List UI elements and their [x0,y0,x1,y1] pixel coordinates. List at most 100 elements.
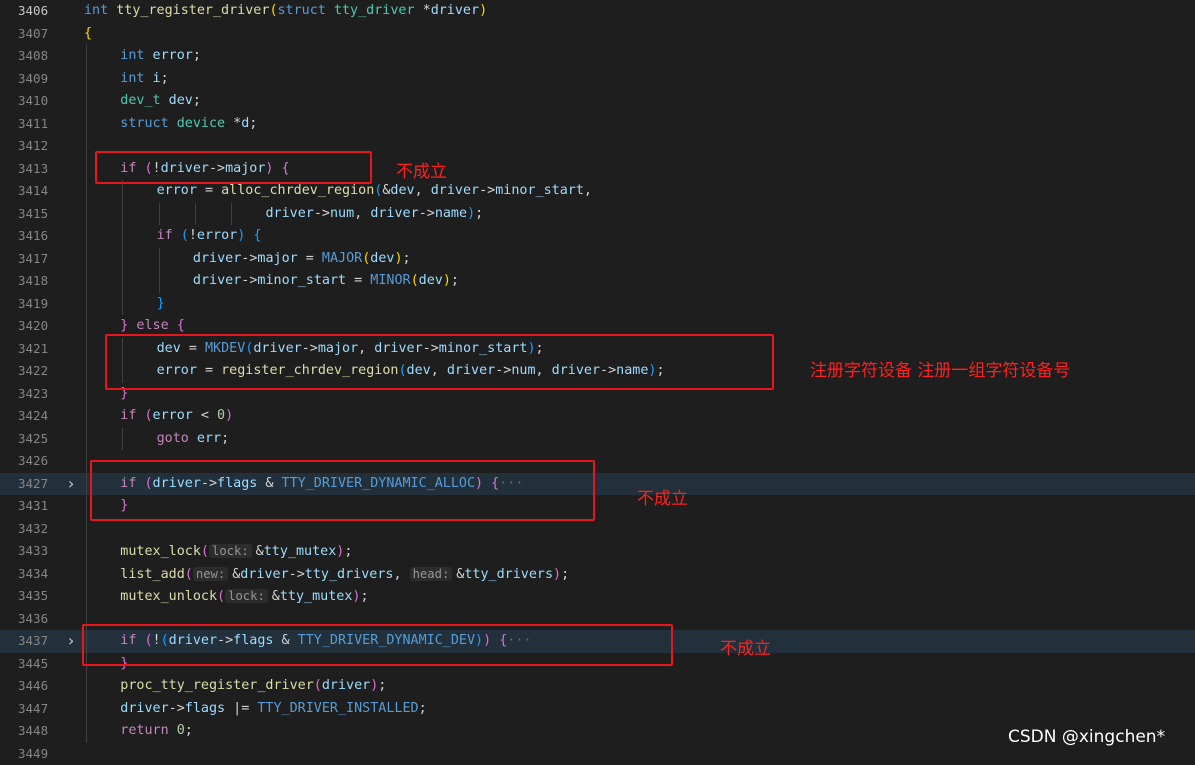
code-line[interactable]: 3410dev_t dev; [0,90,1195,113]
code-line[interactable]: 3435mutex_unlock(lock:&tty_mutex); [0,585,1195,608]
indent-guide [86,405,87,428]
inlay-hint: lock: [225,589,268,603]
indent-guide [122,203,123,226]
code-token: driver [193,273,241,288]
code-token: ) [443,273,451,288]
code-token: device [177,116,233,131]
code-token: & [272,589,280,604]
line-number: 3424 [18,405,64,428]
code-token: * [423,3,431,18]
indent-guide [86,45,87,68]
indent-guide [86,473,87,496]
line-number: 3437 [18,630,64,653]
code-token: = [354,273,370,288]
code-token: minor_start [257,273,354,288]
code-token: ! [189,228,197,243]
indent-guide [86,540,87,563]
line-number: 3409 [18,68,64,91]
code-token: int [120,71,152,86]
fold-chevron-icon[interactable]: › [64,473,78,496]
indent-guide [86,315,87,338]
line-number: 3412 [18,135,64,158]
code-token: ( [144,408,152,423]
indent-guide [86,135,87,158]
code-token: tty_driver [334,3,423,18]
code-token: goto [157,431,197,446]
indent-guide [122,293,123,316]
code-token: dev [169,93,193,108]
indent-guide [86,383,87,406]
code-token: MAJOR [322,251,362,266]
indent-guide [86,248,87,271]
code-token: ; [193,93,201,108]
annotation-box-register-region [105,334,774,390]
code-line[interactable]: 3406int tty_register_driver(struct tty_d… [0,0,1195,23]
code-token: if [157,228,181,243]
inlay-hint: lock: [209,544,252,558]
line-number: 3426 [18,450,64,473]
code-line[interactable]: 3419} [0,293,1195,316]
code-line[interactable]: 3418driver->minor_start = MINOR(dev); [0,270,1195,293]
code-text: goto err; [157,428,230,451]
code-line[interactable]: 3409int i; [0,68,1195,91]
line-number: 3449 [18,743,64,765]
code-token: return [120,723,176,738]
code-line[interactable]: 3424if (error < 0) [0,405,1195,428]
line-number: 3418 [18,270,64,293]
code-token: = [205,183,221,198]
indent-guide [86,113,87,136]
code-text: } [157,293,165,316]
code-line[interactable]: 3433mutex_lock(lock:&tty_mutex); [0,540,1195,563]
code-line[interactable]: 3425 goto err; [0,428,1195,451]
code-token: ; [451,273,459,288]
code-token: driver [431,183,479,198]
code-token: minor_start [495,183,584,198]
code-line[interactable]: 3411struct device *d; [0,113,1195,136]
line-number: 3416 [18,225,64,248]
line-number: 3414 [18,180,64,203]
code-token: tty_drivers [464,567,553,582]
code-token: num [330,206,354,221]
line-number: 3422 [18,360,64,383]
line-number: 3417 [18,248,64,271]
code-token: , [584,183,592,198]
code-token: ; [419,701,427,716]
indent-guide [86,720,87,743]
indent-guide [86,675,87,698]
code-text: struct device *d; [120,113,257,136]
watermark: CSDN @xingchen* [1008,727,1165,747]
annotation-label-not-true: 不成立 [720,634,771,659]
code-token: name [435,206,467,221]
code-token: -> [419,206,435,221]
code-line[interactable]: 3446proc_tty_register_driver(driver); [0,675,1195,698]
code-line[interactable]: 3417driver->major = MAJOR(dev); [0,248,1195,271]
code-text: int tty_register_driver(struct tty_drive… [84,0,487,23]
code-token: ; [378,678,386,693]
inlay-hint: new: [193,567,228,581]
code-text: mutex_unlock(lock:&tty_mutex); [120,585,368,609]
indent-guide [86,158,87,181]
indent-guide [86,518,87,541]
code-line[interactable]: 3408int error; [0,45,1195,68]
code-token: ; [475,206,483,221]
code-token: mutex_lock [120,544,201,559]
code-line[interactable]: 3407{ [0,23,1195,46]
code-line[interactable]: 3415driver->num, driver->name); [0,203,1195,226]
code-token: ( [314,678,322,693]
code-text: mutex_lock(lock:&tty_mutex); [120,540,352,564]
line-number: 3431 [18,495,64,518]
line-number: 3434 [18,563,64,586]
line-number: 3415 [18,203,64,226]
code-token: ; [161,71,169,86]
code-line[interactable]: 3447driver->flags |= TTY_DRIVER_INSTALLE… [0,698,1195,721]
code-token: error [157,183,205,198]
line-number: 3425 [18,428,64,451]
indent-guide [86,225,87,248]
fold-chevron-icon[interactable]: › [64,630,78,653]
code-line[interactable]: 3416if (!error) { [0,225,1195,248]
code-token: ( [201,544,209,559]
code-text: int error; [120,45,201,68]
indent-guide [231,203,232,226]
code-line[interactable]: 3434list_add(new:&driver->tty_drivers, h… [0,563,1195,586]
code-token: ; [193,48,201,63]
